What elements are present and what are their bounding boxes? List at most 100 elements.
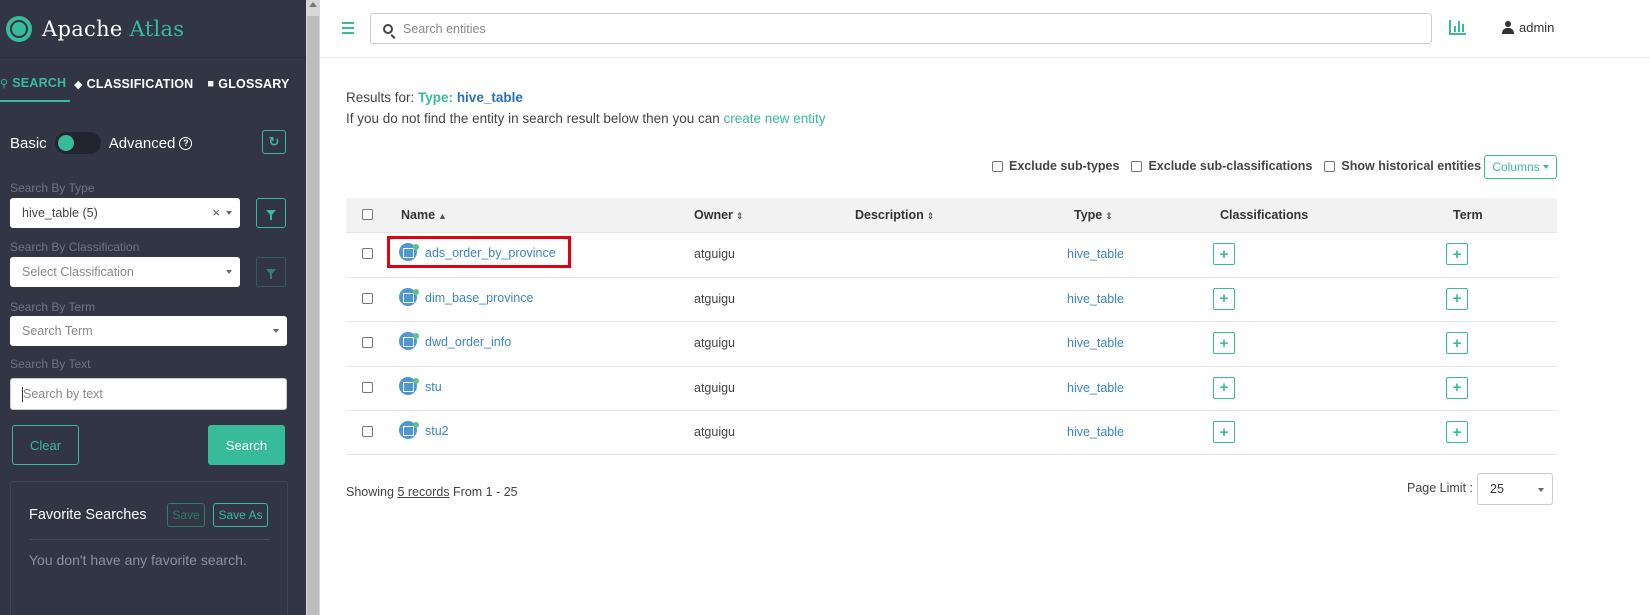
chevron-down-icon [226, 211, 232, 215]
caret-down-icon [1542, 165, 1549, 169]
type-select-value: hive_table (5) [22, 206, 98, 220]
show-historical-entities-option[interactable]: Show historical entities [1324, 159, 1481, 173]
select-all-checkbox[interactable] [362, 209, 373, 220]
type-link[interactable]: hive_table [1067, 336, 1124, 350]
hive-table-icon [399, 287, 419, 306]
favorite-searches-title: Favorite Searches [29, 507, 147, 523]
add-classification-button[interactable]: + [1213, 421, 1235, 444]
records-count-link[interactable]: 5 records [397, 485, 449, 499]
add-classification-button[interactable]: + [1213, 287, 1235, 310]
question-circle-icon[interactable]: ? [179, 136, 193, 150]
top-bar: Search entities admin [320, 0, 1650, 58]
tab-glossary[interactable]: ■ GLOSSARY [207, 66, 289, 102]
refresh-button[interactable]: ↻ [262, 130, 286, 154]
sort-icon: ⇕ [735, 211, 744, 221]
clear-button[interactable]: Clear [12, 425, 79, 465]
bar-chart-icon[interactable] [1449, 20, 1466, 35]
results-for: Results for: Type: hive_table [346, 90, 523, 105]
exclude-subtypes-option[interactable]: Exclude sub-types [992, 159, 1119, 173]
scrollbar-thumb[interactable] [307, 16, 319, 615]
classification-filter-button[interactable] [256, 257, 286, 287]
add-term-button[interactable]: + [1446, 243, 1468, 265]
sort-icon: ⇕ [1105, 211, 1113, 221]
term-select[interactable]: Search Term [10, 316, 287, 346]
plus-icon: + [1219, 423, 1229, 441]
page-limit-value: 25 [1490, 482, 1504, 496]
tag-icon: ◆ [74, 78, 83, 91]
type-filter-button[interactable] [256, 198, 286, 228]
search-mode-toggle[interactable] [54, 132, 101, 154]
entity-name-link[interactable]: stu2 [425, 424, 449, 438]
column-header-type[interactable]: Type ⇕ [1074, 208, 1113, 222]
row-checkbox[interactable] [362, 292, 373, 304]
chevron-down-icon [273, 329, 279, 333]
add-classification-button[interactable]: + [1213, 332, 1235, 355]
scroll-up-arrow-icon[interactable] [309, 2, 317, 7]
type-link[interactable]: hive_table [1067, 247, 1124, 261]
hive-table-icon [399, 376, 419, 395]
brand[interactable]: Apache Atlas [0, 0, 306, 58]
add-term-button[interactable]: + [1446, 421, 1468, 444]
plus-icon: + [1452, 379, 1462, 397]
add-term-button[interactable]: + [1446, 332, 1468, 355]
showing-records: Showing 5 records From 1 - 25 [346, 485, 518, 499]
save-as-favorite-button[interactable]: Save As [213, 503, 268, 527]
search-by-term-label: Search By Term [10, 300, 96, 314]
row-checkbox[interactable] [362, 426, 373, 438]
entity-name-link[interactable]: dwd_order_info [425, 335, 511, 349]
create-entity-hint: If you do not find the entity in search … [346, 111, 826, 126]
show-historical-entities-checkbox[interactable] [1324, 160, 1336, 172]
global-search-placeholder: Search entities [403, 21, 486, 36]
hamburger-menu-icon[interactable] [342, 22, 354, 37]
search-options: Exclude sub-types Exclude sub-classifica… [992, 159, 1493, 173]
exclude-subclassifications-checkbox[interactable] [1131, 160, 1143, 172]
tab-classification[interactable]: ◆ CLASSIFICATION [74, 66, 193, 102]
search-text-placeholder: Search by text [23, 387, 103, 401]
add-classification-button[interactable]: + [1213, 243, 1235, 265]
add-classification-button[interactable]: + [1213, 376, 1235, 399]
column-header-name[interactable]: Name ▲ [401, 208, 447, 222]
table-header: Name ▲ Owner ⇕ Description ⇕ Type ⇕ Classifi… [346, 198, 1557, 232]
row-checkbox[interactable] [362, 381, 373, 393]
owner-cell: atguigu [694, 336, 736, 351]
row-checkbox[interactable] [362, 248, 373, 259]
add-term-button[interactable]: + [1446, 287, 1468, 310]
columns-button[interactable]: Columns [1484, 155, 1557, 179]
type-link[interactable]: hive_table [1067, 292, 1124, 306]
table-row: stu2 atguigu hive_table + + [346, 410, 1557, 455]
type-link[interactable]: hive_table [1067, 425, 1124, 439]
basic-label: Basic [10, 134, 47, 152]
user-menu[interactable]: admin [1502, 20, 1554, 35]
user-name: admin [1519, 20, 1555, 35]
type-link[interactable]: hive_table [1067, 381, 1124, 395]
create-new-entity-link[interactable]: create new entity [723, 111, 825, 126]
brand-name: Apache Atlas [42, 16, 185, 41]
exclude-subclassifications-option[interactable]: Exclude sub-classifications [1131, 159, 1312, 173]
plus-icon: + [1452, 334, 1462, 352]
page-limit-label: Page Limit : [1407, 481, 1474, 495]
column-header-description[interactable]: Description ⇕ [855, 208, 934, 222]
chevron-down-icon [226, 270, 232, 274]
type-select[interactable]: hive_table (5) × [10, 198, 240, 228]
global-search-input[interactable]: Search entities [370, 13, 1432, 44]
folder-open-icon: ■ [207, 78, 215, 90]
row-checkbox[interactable] [362, 337, 373, 349]
search-icon: ⚲ [0, 77, 9, 90]
exclude-subtypes-checkbox[interactable] [992, 160, 1003, 172]
page-limit-select[interactable]: 25 [1477, 473, 1553, 505]
filter-icon [266, 210, 276, 220]
entity-name-link[interactable]: stu [425, 380, 442, 394]
search-text-input[interactable]: Search by text [10, 378, 287, 410]
search-button[interactable]: Search [208, 425, 285, 465]
main-content: Search entities admin Results for: Type:… [320, 0, 1650, 615]
save-favorite-button[interactable]: Save [167, 503, 205, 527]
add-term-button[interactable]: + [1446, 376, 1468, 399]
sort-asc-icon: ▲ [438, 211, 447, 221]
clear-icon[interactable]: × [212, 205, 220, 220]
classification-select[interactable]: Select Classification [10, 257, 240, 287]
entity-name-link[interactable]: dim_base_province [425, 291, 533, 305]
tab-search[interactable]: ⚲ SEARCH [0, 66, 70, 102]
sidebar-scrollbar[interactable] [306, 0, 320, 615]
term-select-placeholder: Search Term [22, 324, 93, 338]
column-header-owner[interactable]: Owner ⇕ [694, 208, 743, 222]
